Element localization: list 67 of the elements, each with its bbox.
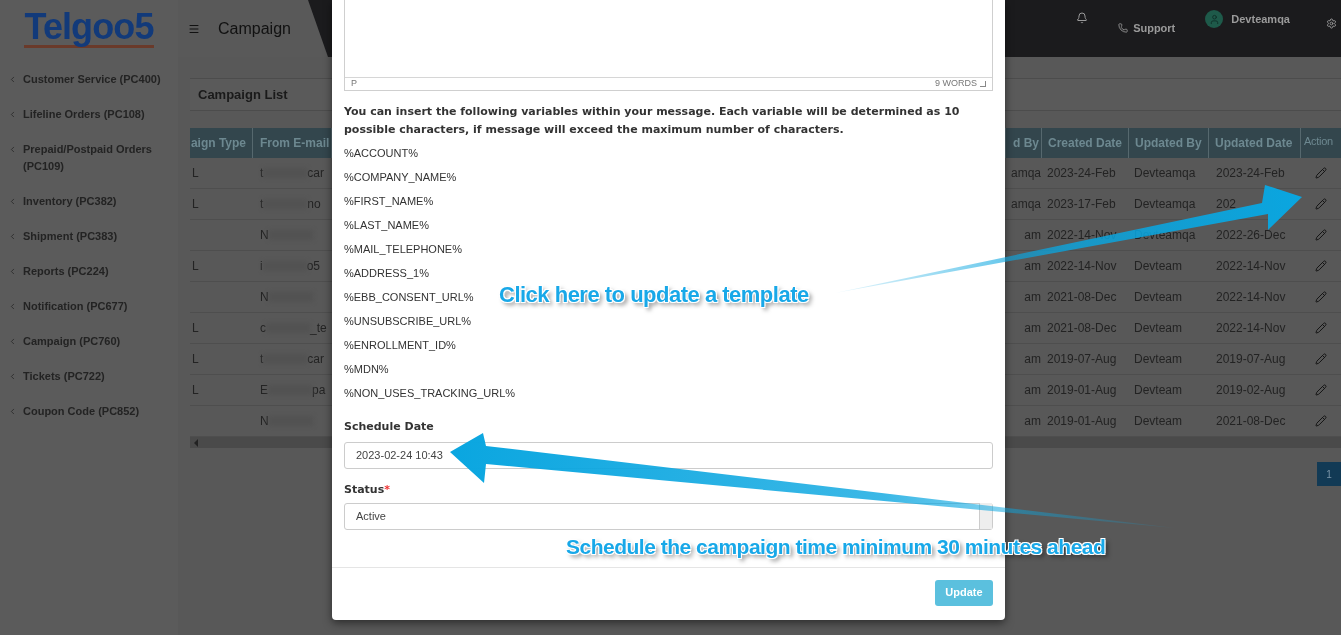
edit-icon[interactable] [1314, 384, 1327, 396]
chevron-icon [8, 232, 17, 241]
column-header[interactable]: Updated Date [1208, 128, 1300, 158]
chevron-icon [8, 407, 17, 416]
variable-text: %ENROLLMENT_ID% [344, 338, 456, 353]
resize-handle-icon[interactable] [980, 81, 986, 87]
column-header[interactable]: Created Date [1041, 128, 1128, 158]
variable-text: %ACCOUNT% [344, 146, 418, 161]
chevron-icon [8, 110, 17, 119]
variable-text: %EBB_CONSENT_URL% [344, 290, 474, 305]
variable-text: %LAST_NAME% [344, 218, 429, 233]
message-editor[interactable]: P 9 WORDS [344, 0, 993, 91]
page-title: Campaign [218, 18, 291, 39]
sidebar-item[interactable]: Notification (PC677) [8, 298, 168, 315]
variable-text: %NON_USES_TRACKING_URL% [344, 386, 516, 401]
sidebar-item[interactable]: Tickets (PC722) [8, 368, 168, 385]
support-link[interactable]: Support [1118, 20, 1176, 37]
status-select[interactable]: Active [344, 502, 993, 530]
update-button[interactable]: Update [935, 579, 993, 606]
variables-note: You can insert the following variables within your message. Each variable will be determined as 10 possible characters, if message will exceed the maximum number of characters. [344, 104, 961, 138]
edit-icon[interactable] [1314, 322, 1327, 334]
edit-icon[interactable] [1314, 260, 1327, 272]
annotation-label: Click here to update a template [499, 281, 809, 309]
element-path: P [351, 77, 357, 91]
edit-icon[interactable] [1314, 167, 1327, 179]
variable-text: %COMPANY_NAME% [344, 170, 457, 185]
chevron-icon [8, 75, 17, 84]
phone-icon [1118, 23, 1129, 34]
column-header[interactable]: Updated By [1128, 128, 1208, 158]
column-header[interactable]: Action [1300, 128, 1341, 158]
variable-text: %UNSUBSCRIBE_URL% [344, 314, 472, 329]
panel-title: Campaign List [198, 85, 288, 104]
column-header[interactable]: aign Type [190, 128, 253, 158]
word-count: 9 WORDS [935, 77, 977, 91]
settings-icon[interactable] [1326, 18, 1337, 29]
chevron-icon [8, 337, 17, 346]
notification-icon[interactable] [1076, 12, 1089, 24]
chevron-icon [8, 145, 17, 154]
chevron-icon [8, 372, 17, 381]
sidebar-item[interactable]: Reports (PC224) [8, 263, 168, 280]
edit-icon[interactable] [1314, 353, 1327, 365]
variable-text: %FIRST_NAME% [344, 194, 434, 209]
schedule-date-label: Schedule Date [344, 419, 435, 435]
status-label: Status* [344, 481, 390, 498]
variable-text: %MDN% [344, 362, 389, 377]
chevron-icon [8, 267, 17, 276]
variable-text: %MAIL_TELEPHONE% [344, 242, 462, 257]
sidebar-item[interactable]: Campaign (PC760) [8, 333, 168, 350]
variable-text: %ADDRESS_1% [344, 266, 429, 281]
sidebar-item[interactable]: Inventory (PC382) [8, 193, 168, 210]
scroll-left-icon [194, 438, 198, 447]
avatar-icon [1205, 10, 1224, 28]
edit-icon[interactable] [1314, 415, 1327, 427]
menu-icon[interactable] [188, 22, 200, 35]
logo[interactable]: Telgoo5 [24, 9, 154, 48]
sidebar-item[interactable]: Prepaid/Postpaid Orders (PC109) [8, 141, 168, 175]
user-menu[interactable]: Devteamqa [1205, 10, 1290, 28]
sidebar-item[interactable]: Shipment (PC383) [8, 228, 168, 245]
edit-icon[interactable] [1314, 291, 1327, 303]
edit-icon[interactable] [1314, 229, 1327, 241]
edit-icon[interactable] [1314, 198, 1327, 210]
sidebar-item[interactable]: Customer Service (PC400) [8, 71, 168, 88]
sidebar-item[interactable]: Lifeline Orders (PC108) [8, 106, 168, 123]
sidebar-item[interactable]: Coupon Code (PC852) [8, 403, 168, 420]
page-button[interactable]: 1 [1317, 462, 1341, 486]
chevron-icon [8, 302, 17, 311]
chevron-icon [8, 197, 17, 206]
